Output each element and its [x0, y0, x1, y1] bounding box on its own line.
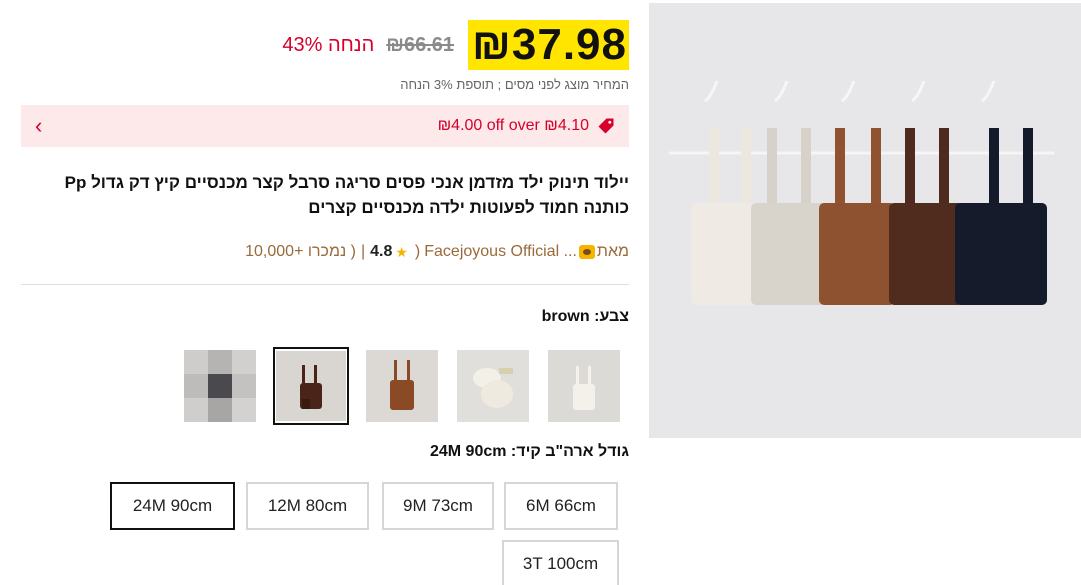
- size-label-text: גודל ארה"ב קיד:: [510, 443, 629, 460]
- separator: |: [360, 243, 366, 260]
- swatch-caramel[interactable]: [364, 347, 440, 425]
- coupon-banner[interactable]: ‹ ₪4.00 off over ₪4.10: [21, 105, 629, 147]
- selected-size: 24M 90cm: [429, 443, 507, 460]
- star-icon: ★: [395, 243, 408, 260]
- color-swatches: [182, 347, 637, 425]
- swatch-ivory[interactable]: [546, 347, 622, 425]
- store-logo-icon: [578, 245, 595, 259]
- price-note: המחיר מוצג לפני מסים ; תוספת 3% הנחה: [400, 77, 629, 92]
- size-label: גודל ארה"ב קיד: 24M 90cm: [430, 443, 629, 461]
- store-byline: מאת: [596, 243, 629, 260]
- swatch-brown[interactable]: [273, 347, 349, 425]
- price-tag-icon: [597, 117, 615, 135]
- original-price: ₪66.61: [386, 33, 454, 56]
- product-info-panel: 43% הנחה ₪66.61 ₪37.98 המחיר מוצג לפני מ…: [21, 0, 629, 585]
- size-option-12m[interactable]: 12M 80cm: [246, 482, 369, 530]
- swatch-black[interactable]: [182, 347, 258, 425]
- swatch-cream[interactable]: [455, 347, 531, 425]
- store-name[interactable]: Facejoyous Official ...: [424, 243, 577, 261]
- chevron-left-icon[interactable]: ‹: [35, 115, 42, 137]
- divider: [21, 284, 629, 285]
- store-rating: 4.8: [370, 243, 393, 260]
- color-label-text: צבע:: [594, 308, 629, 325]
- size-option-6m[interactable]: 6M 66cm: [504, 482, 618, 530]
- price-row: 43% הנחה ₪66.61 ₪37.98: [282, 20, 629, 70]
- selected-color: brown: [541, 308, 590, 325]
- coupon-text: ₪4.00 off over ₪4.10: [437, 117, 589, 134]
- coupon-offer: ₪4.00 off over ₪4.10: [438, 117, 615, 135]
- store-row: מאת Facejoyous Official ... ( ★ 4.8 | ( …: [245, 243, 629, 261]
- size-option-24m[interactable]: 24M 90cm: [110, 482, 235, 530]
- product-title: יילוד תינוק ילד מזדמן אנכי פסים סריגה סר…: [64, 173, 629, 217]
- discount-percent: 43% הנחה: [282, 33, 375, 56]
- current-price: ₪37.98: [468, 20, 629, 70]
- product-main-image[interactable]: [649, 3, 1081, 438]
- sold-count: ( נמכרו +10,000: [245, 243, 356, 260]
- size-option-3t[interactable]: 3T 100cm: [502, 540, 619, 585]
- color-label: צבע: brown: [542, 308, 629, 326]
- size-option-9m[interactable]: 9M 73cm: [382, 482, 494, 530]
